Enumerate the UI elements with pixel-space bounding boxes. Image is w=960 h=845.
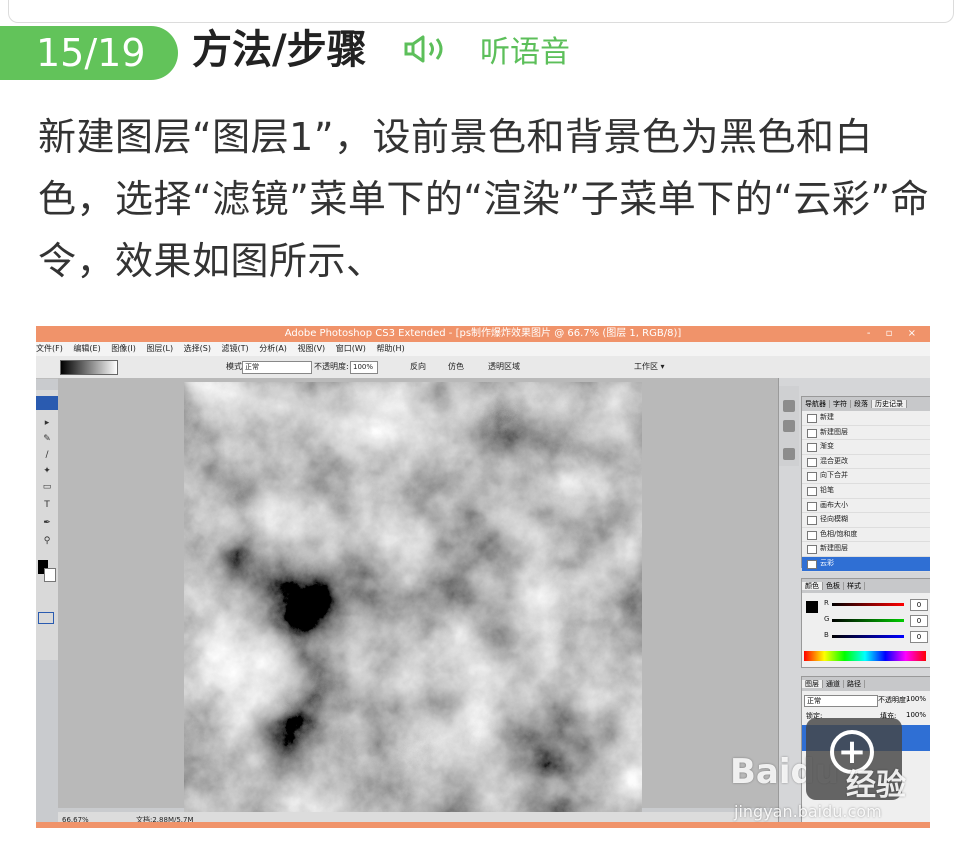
zoom-tool-icon: ⚲ <box>43 536 51 546</box>
tab-styles: 样式 <box>844 582 865 590</box>
tab-color: 颜色 <box>802 582 823 590</box>
menu-item: 帮助(H) <box>376 344 405 353</box>
menu-item: 分析(A) <box>259 344 287 353</box>
tab-channels: 通道 <box>823 680 844 688</box>
gradient-swatch <box>60 360 118 375</box>
listen-audio-link[interactable]: 听语音 <box>480 28 570 78</box>
stamp-tool-icon: ✦ <box>43 466 51 476</box>
layer-opacity-label: 不透明度: <box>878 696 909 704</box>
background-color-swatch <box>44 568 56 582</box>
history-item: 新建图层 <box>802 542 930 557</box>
watermark-url: jingyan.baidu.com <box>734 802 882 821</box>
color-spectrum <box>804 651 926 661</box>
tab-navigator: 导航器 <box>802 400 830 408</box>
tab-paragraph: 段落 <box>851 400 872 408</box>
g-label: G <box>824 615 830 623</box>
opacity-value: 100% <box>350 361 378 374</box>
info-icon <box>783 420 795 432</box>
lasso-tool-icon: ✎ <box>43 434 51 444</box>
reverse-option: 反向 <box>410 362 426 371</box>
history-item: 画布大小 <box>802 499 930 514</box>
color-panel: 颜色 色板 样式 R 0 G 0 B 0 <box>801 578 930 668</box>
fill-value: 100% <box>906 711 927 719</box>
history-item: 新建 <box>802 411 930 426</box>
eraser-tool-icon: ▭ <box>42 482 52 492</box>
menu-item: 图层(L) <box>146 344 174 353</box>
blend-mode-select: 正常 <box>804 695 878 707</box>
top-card <box>8 0 954 23</box>
watermark-jingyan: 经验 <box>846 768 906 803</box>
menu-bar: 文件(F) 编辑(E) 图像(I) 图层(L) 选择(S) 滤镜(T) 分析(A… <box>36 342 930 356</box>
menu-item: 图像(I) <box>111 344 136 353</box>
b-label: B <box>824 631 829 639</box>
b-slider <box>832 635 904 638</box>
window-buttons: - ▫ × <box>866 328 922 339</box>
toolbox: ▸ ✎ ∕ ✦ ▭ T ✒ ⚲ <box>36 390 59 660</box>
type-tool-icon: T <box>44 500 50 510</box>
clouds-canvas <box>184 382 642 812</box>
opacity-label: 不透明度: <box>314 362 349 371</box>
brush-tool-icon: ∕ <box>45 450 49 460</box>
tab-character: 字符 <box>830 400 851 408</box>
toolbox-header <box>36 396 58 410</box>
foreground-swatch <box>806 601 818 613</box>
step-description: 新建图层“图层1”，设前景色和背景色为黑色和白色，选择“滤镜”菜单下的“渲染”子… <box>38 115 930 283</box>
menu-item: 窗口(W) <box>335 344 366 353</box>
history-item: 向下合并 <box>802 469 930 484</box>
history-item: 径向模糊 <box>802 513 930 528</box>
tab-paths: 路径 <box>844 680 865 688</box>
options-bar: 模式: 正常 不透明度: 100% 反向 仿色 透明区域 工作区 ▾ <box>36 356 930 379</box>
screen-mode-icon <box>38 612 54 624</box>
menu-item: 编辑(E) <box>73 344 101 353</box>
workspace-menu: 工作区 ▾ <box>634 362 665 371</box>
tab-layers: 图层 <box>802 680 823 688</box>
pen-tool-icon: ✒ <box>43 518 51 528</box>
layer-opacity-value: 100% <box>906 695 927 703</box>
menu-item: 视图(V) <box>297 344 326 353</box>
history-item: 铅笔 <box>802 484 930 499</box>
color-tabs: 颜色 色板 样式 <box>802 579 930 593</box>
history-item-selected: 云彩 <box>802 556 930 572</box>
history-item: 新建图层 <box>802 426 930 441</box>
navigator-icon <box>783 400 795 412</box>
brushes-icon <box>783 448 795 460</box>
tab-swatches: 色板 <box>823 582 844 590</box>
menu-item: 滤镜(T) <box>221 344 249 353</box>
r-slider <box>832 603 904 606</box>
g-slider <box>832 619 904 622</box>
history-item: 渐变 <box>802 440 930 455</box>
history-item: 混合更改 <box>802 455 930 470</box>
mode-select: 正常 <box>242 361 312 374</box>
r-value: 0 <box>910 599 928 611</box>
window-title: Adobe Photoshop CS3 Extended - [ps制作爆炸效果… <box>36 326 930 342</box>
move-tool-icon: ▸ <box>44 418 50 428</box>
collapsed-dock <box>779 386 799 466</box>
dither-option: 仿色 <box>448 362 464 371</box>
menu-item: 文件(F) <box>36 344 63 353</box>
history-item: 色相/饱和度 <box>802 528 930 543</box>
tab-history: 历史记录 <box>872 400 907 408</box>
taskbar <box>36 822 930 828</box>
layers-tabs: 图层 通道 路径 <box>802 677 930 691</box>
menu-item: 选择(S) <box>183 344 211 353</box>
g-value: 0 <box>910 615 928 627</box>
history-panel: 导航器 字符 段落 历史记录 新建 新建图层 渐变 混合更改 向下合并 铅笔 画布大小… <box>801 396 930 572</box>
step-counter-badge: 15/19 <box>0 26 178 80</box>
history-tabs: 导航器 字符 段落 历史记录 <box>802 397 930 411</box>
section-title: 方法/步骤 <box>192 27 367 73</box>
r-label: R <box>824 599 829 607</box>
b-value: 0 <box>910 631 928 643</box>
transparency-option: 透明区域 <box>488 362 520 371</box>
speaker-icon[interactable] <box>404 34 454 64</box>
